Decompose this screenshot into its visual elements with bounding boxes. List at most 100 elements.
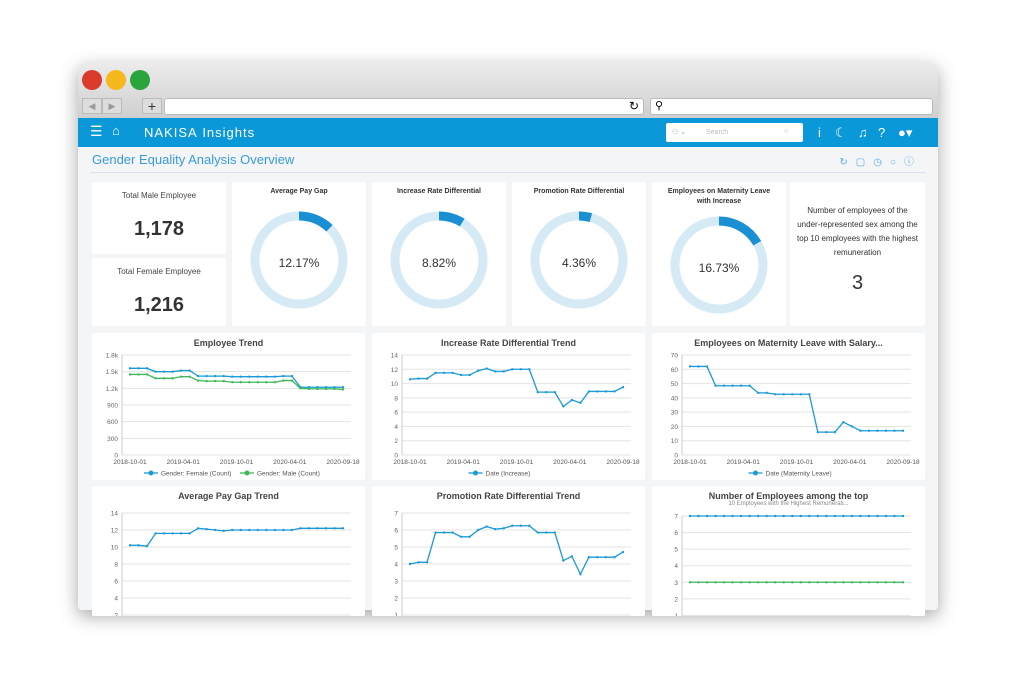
x-tick-label: 2020-04-01 <box>553 459 587 466</box>
data-point <box>231 528 234 532</box>
forward-icon[interactable]: ▶ <box>102 98 122 114</box>
data-point <box>502 370 505 373</box>
page-toolbar: ↻▢◷○ⓘ <box>839 153 922 168</box>
data-point <box>697 514 700 518</box>
data-point <box>137 367 140 370</box>
data-point <box>739 581 743 584</box>
search-icon[interactable]: ○ <box>890 157 904 168</box>
legend-marker <box>753 470 758 476</box>
data-point <box>901 429 905 432</box>
data-point <box>171 532 174 535</box>
chart-card: Employees on Maternity Leave with Salary… <box>652 333 925 480</box>
info-icon[interactable]: i <box>818 125 821 140</box>
y-tick-label: 40 <box>671 395 679 402</box>
data-point <box>417 377 420 380</box>
data-point <box>307 527 311 530</box>
data-point <box>867 429 871 432</box>
refresh-icon[interactable]: ↻ <box>839 157 855 168</box>
user-filter-icon[interactable]: ⚇ ⌄ <box>672 128 686 136</box>
x-tick-label: 2019-04-01 <box>447 459 481 466</box>
legend-marker <box>148 470 154 476</box>
gauge-card: Increase Rate Differential 8.82% <box>372 182 506 326</box>
clock-icon[interactable]: ◷ <box>873 157 890 168</box>
data-point <box>714 514 717 518</box>
data-point <box>434 371 437 375</box>
data-point <box>545 531 548 534</box>
data-point <box>765 514 768 518</box>
data-point <box>299 527 302 530</box>
data-point <box>333 387 336 391</box>
y-tick-label: 7 <box>394 511 398 518</box>
data-point <box>774 514 777 518</box>
data-point <box>697 581 700 584</box>
data-point <box>316 527 319 530</box>
data-point <box>408 562 412 566</box>
data-point <box>248 375 251 378</box>
data-point <box>256 528 259 532</box>
data-point <box>214 374 217 378</box>
data-point <box>765 581 768 584</box>
browser-search-input[interactable]: ⚲ <box>650 98 933 115</box>
gauge-card: Average Pay Gap 12.17% <box>232 182 366 326</box>
data-point <box>859 514 862 518</box>
data-point <box>876 514 879 518</box>
search-icon[interactable]: ○ <box>784 128 788 135</box>
window-icon[interactable]: ▢ <box>856 157 873 168</box>
data-point <box>171 377 174 380</box>
series-line <box>690 365 903 433</box>
info-icon[interactable]: ⓘ <box>904 157 922 168</box>
reload-icon[interactable]: ↻ <box>629 99 639 113</box>
x-tick-label: 2020-09-18 <box>606 459 640 466</box>
gauge-value: 16.73% <box>698 261 740 275</box>
y-tick-label: 1.5k <box>106 369 119 376</box>
gauge-value: 8.82% <box>421 256 457 270</box>
close-button[interactable] <box>82 70 102 90</box>
legend-label: Gender: Female (Count) <box>161 471 231 478</box>
bell-icon[interactable]: ♫ <box>858 125 868 140</box>
home-icon[interactable]: ⌂ <box>112 123 120 138</box>
data-point <box>442 371 446 375</box>
minimize-button[interactable] <box>106 70 126 90</box>
data-point <box>553 531 557 534</box>
y-tick-label: 600 <box>107 419 118 426</box>
data-point <box>765 391 768 395</box>
data-point <box>731 514 734 518</box>
y-tick-label: 4 <box>394 562 398 569</box>
male-employee-label: Total Male Employee <box>121 191 197 200</box>
data-point <box>205 374 208 378</box>
data-point <box>485 525 488 528</box>
data-point <box>545 390 548 394</box>
data-point <box>231 375 234 378</box>
app-search[interactable]: ⚇ ⌄ Search ○ <box>666 123 803 142</box>
search-input[interactable]: Search <box>706 129 728 136</box>
data-point <box>188 375 191 378</box>
legend-label: Date (Maternity Leave) <box>766 471 832 478</box>
new-tab-icon[interactable]: + <box>142 98 162 114</box>
data-point <box>205 379 208 383</box>
data-point <box>756 581 760 584</box>
maximize-button[interactable] <box>130 70 150 90</box>
data-point <box>536 531 539 534</box>
data-point <box>485 367 488 370</box>
data-point <box>196 374 200 378</box>
legend-marker <box>473 470 478 476</box>
help-icon[interactable]: ? <box>878 125 885 140</box>
x-tick-label: 2020-04-01 <box>833 459 867 466</box>
y-tick-label: 900 <box>107 403 118 410</box>
data-point <box>162 377 166 380</box>
data-point <box>188 532 191 535</box>
url-bar[interactable]: ↻ <box>164 98 644 115</box>
y-tick-label: 8 <box>394 395 398 402</box>
y-tick-label: 7 <box>674 514 678 521</box>
data-point <box>876 429 879 432</box>
user-avatar-icon[interactable]: ●▾ <box>898 125 912 141</box>
data-point <box>179 532 183 535</box>
data-point <box>705 581 709 584</box>
menu-icon[interactable]: ☰ <box>90 123 103 140</box>
data-point <box>884 514 888 518</box>
data-point <box>688 581 692 584</box>
gauge-title: Promotion Rate Differential <box>533 188 625 195</box>
back-icon[interactable]: ◀ <box>82 98 102 114</box>
gauge-value: 4.36% <box>561 256 597 270</box>
moon-icon[interactable]: ☾ <box>835 125 847 141</box>
